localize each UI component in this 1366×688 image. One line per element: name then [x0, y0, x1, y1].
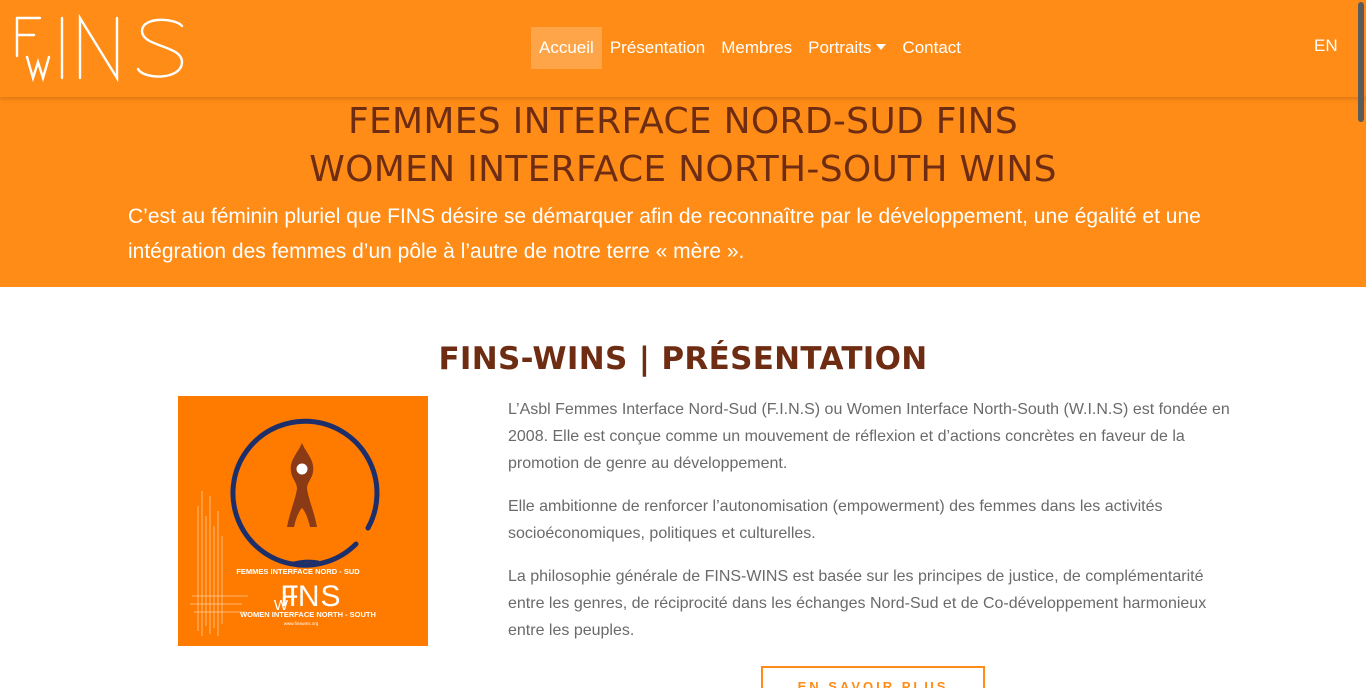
presentation-paragraph: La philosophie générale de FINS-WINS est…	[508, 568, 1207, 639]
hero-title-english: WOMEN INTERFACE NORTH-SOUTH WINS	[309, 149, 1057, 190]
nav-portraits-label: Portraits	[808, 38, 872, 57]
nav-portraits-dropdown[interactable]: Portraits	[800, 27, 894, 69]
hero-title-french: FEMMES INTERFACE NORD-SUD FINS	[347, 101, 1019, 142]
nav-presentation[interactable]: Présentation	[602, 27, 713, 69]
poster-bottom-text: WOMEN INTERFACE NORTH - SOUTH	[240, 610, 376, 619]
hero-tagline: C’est au féminin pluriel que FINS désire…	[128, 205, 1201, 263]
main-nav: Accueil Présentation Membres Portraits C…	[531, 27, 969, 69]
nav-contact[interactable]: Contact	[894, 27, 969, 69]
language-switch[interactable]: EN	[1314, 36, 1338, 56]
page-scrollbar[interactable]	[1356, 0, 1366, 688]
scrollbar-thumb[interactable]	[1358, 2, 1364, 122]
learn-more-button[interactable]: EN SAVOIR PLUS	[761, 666, 985, 688]
presentation-paragraph: Elle ambitionne de renforcer l’autonomis…	[508, 498, 1163, 542]
top-navbar: Accueil Présentation Membres Portraits C…	[0, 0, 1366, 97]
nav-membres[interactable]: Membres	[713, 27, 800, 69]
presentation-title: FINS-WINS | PRÉSENTATION	[438, 341, 928, 377]
chevron-down-icon	[876, 44, 887, 50]
figure-shape	[287, 443, 317, 527]
presentation-paragraph: L’Asbl Femmes Interface Nord-Sud (F.I.N.…	[508, 401, 1230, 472]
fwins-logo[interactable]	[14, 14, 188, 82]
presentation-text: L’Asbl Femmes Interface Nord-Sud (F.I.N.…	[508, 396, 1232, 660]
fins-wins-poster-image: FEMMES INTERFACE NORD - SUD F W INS WOME…	[178, 396, 428, 646]
hero-banner: FEMMES INTERFACE NORD-SUD FINS WOMEN INT…	[0, 97, 1366, 287]
poster-graphic: FEMMES INTERFACE NORD - SUD F W INS WOME…	[190, 418, 380, 636]
poster-top-text: FEMMES INTERFACE NORD - SUD	[236, 567, 360, 576]
poster-url: www.finswins.org	[284, 621, 319, 626]
svg-text:INS: INS	[288, 580, 341, 613]
nav-accueil[interactable]: Accueil	[531, 27, 602, 69]
